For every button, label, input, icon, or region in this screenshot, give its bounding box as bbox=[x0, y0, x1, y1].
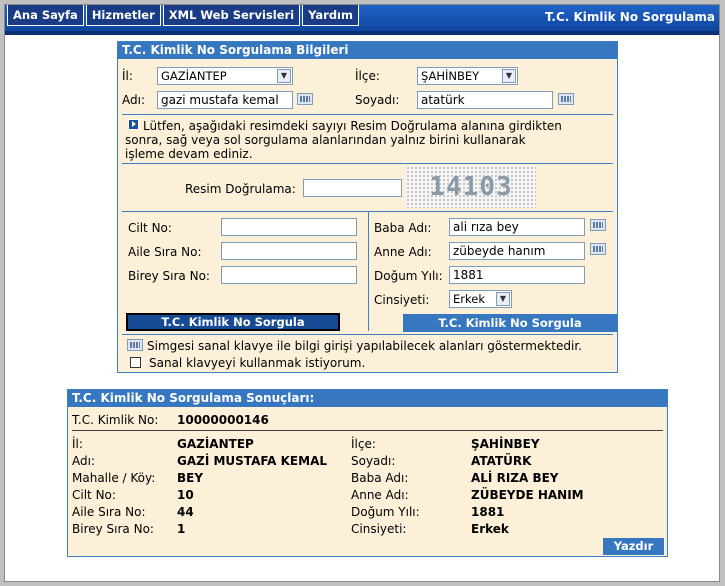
query-button-right[interactable]: T.C. Kimlik No Sorgula bbox=[403, 314, 617, 332]
menu-hizmetler[interactable]: Hizmetler bbox=[85, 5, 161, 26]
menu-xml-web-servisleri[interactable]: XML Web Servisleri bbox=[162, 5, 301, 26]
adi-input[interactable]: gazi mustafa kemal bbox=[157, 91, 293, 109]
dogum-result-value: 1881 bbox=[471, 505, 505, 519]
results-panel: T.C. Kimlik No Sorgulama Sonuçları: T.C.… bbox=[67, 389, 668, 557]
divider bbox=[122, 334, 613, 335]
main-menu: Ana Sayfa Hizmetler XML Web Servisleri Y… bbox=[7, 5, 361, 26]
aile-result-label: Aile Sıra No: bbox=[72, 505, 146, 519]
il-result-label: İl: bbox=[72, 437, 83, 451]
anne-result-value: ZÜBEYDE HANIM bbox=[471, 488, 584, 502]
keyboard-note: Simgesi sanal klavye ile bilgi girişi ya… bbox=[147, 339, 582, 353]
soyadi-result-value: ATATÜRK bbox=[471, 454, 532, 468]
cinsiyet-select-value: Erkek bbox=[453, 292, 485, 306]
info-arrow-icon bbox=[128, 119, 139, 130]
aile-result-value: 44 bbox=[177, 505, 194, 519]
captcha-label: Resim Doğrulama: bbox=[185, 182, 296, 196]
chevron-down-icon: ▼ bbox=[496, 292, 510, 306]
keyboard-icon[interactable] bbox=[297, 93, 313, 105]
tc-label: T.C. Kimlik No: bbox=[72, 413, 159, 427]
il-select[interactable]: GAZİANTEP ▼ bbox=[157, 67, 293, 85]
aile-label: Aile Sıra No: bbox=[128, 245, 202, 259]
mahalle-result-value: BEY bbox=[177, 471, 204, 485]
dogum-result-label: Doğum Yılı: bbox=[351, 505, 420, 519]
ilce-result-value: ŞAHİNBEY bbox=[471, 437, 540, 451]
birey-result-value: 1 bbox=[177, 522, 186, 536]
birey-result-label: Birey Sıra No: bbox=[72, 522, 154, 536]
info-text-line-3: işleme devam ediniz. bbox=[125, 147, 253, 161]
baba-label: Baba Adı: bbox=[374, 221, 432, 235]
ilce-select-value: ŞAHİNBEY bbox=[421, 69, 480, 83]
ilce-select[interactable]: ŞAHİNBEY ▼ bbox=[417, 67, 518, 85]
adi-result-value: GAZİ MUSTAFA KEMAL bbox=[177, 454, 328, 468]
keyboard-icon bbox=[127, 339, 143, 351]
query-form-title: T.C. Kimlik No Sorgulama Bilgileri bbox=[118, 42, 617, 59]
top-bar: Ana Sayfa Hizmetler XML Web Servisleri Y… bbox=[5, 5, 719, 35]
il-label: İl: bbox=[122, 69, 133, 83]
chevron-down-icon: ▼ bbox=[502, 69, 516, 83]
menu-yardim[interactable]: Yardım bbox=[302, 5, 359, 26]
anne-label: Anne Adı: bbox=[374, 245, 432, 259]
cinsiyet-label: Cinsiyeti: bbox=[374, 293, 430, 307]
app-window: Ana Sayfa Hizmetler XML Web Servisleri Y… bbox=[4, 4, 720, 582]
ilce-result-label: İlçe: bbox=[351, 437, 376, 451]
cinsiyet-result-value: Erkek bbox=[471, 522, 509, 536]
query-form-panel: T.C. Kimlik No Sorgulama Bilgileri İl: G… bbox=[117, 41, 618, 373]
tc-value: 10000000146 bbox=[177, 413, 269, 427]
captcha-image: 14103 bbox=[406, 166, 536, 208]
menu-ana-sayfa[interactable]: Ana Sayfa bbox=[7, 5, 84, 26]
divider-vertical bbox=[368, 211, 369, 331]
aile-input[interactable] bbox=[221, 242, 357, 260]
chevron-down-icon: ▼ bbox=[277, 69, 291, 83]
soyadi-result-label: Soyadı: bbox=[351, 454, 396, 468]
adi-label: Adı: bbox=[122, 93, 145, 107]
il-result-value: GAZİANTEP bbox=[177, 437, 254, 451]
adi-result-label: Adı: bbox=[72, 454, 95, 468]
keyboard-icon[interactable] bbox=[590, 243, 606, 255]
query-button-left[interactable]: T.C. Kimlik No Sorgula bbox=[126, 313, 340, 331]
mahalle-result-label: Mahalle / Köy: bbox=[72, 471, 156, 485]
info-text-line-1: Lütfen, aşağıdaki resimdeki sayıyı Resim… bbox=[143, 119, 562, 133]
birey-label: Birey Sıra No: bbox=[128, 269, 210, 283]
top-bar-shadow bbox=[5, 31, 719, 35]
keyboard-checkbox-label: Sanal klavyeyi kullanmak istiyorum. bbox=[149, 356, 366, 370]
birey-input[interactable] bbox=[221, 266, 357, 284]
cinsiyet-result-label: Cinsiyeti: bbox=[351, 522, 407, 536]
baba-result-value: ALİ RIZA BEY bbox=[471, 471, 559, 485]
results-title: T.C. Kimlik No Sorgulama Sonuçları: bbox=[68, 390, 667, 407]
divider bbox=[122, 114, 613, 115]
cilt-input[interactable] bbox=[221, 218, 357, 236]
cilt-label: Cilt No: bbox=[128, 221, 172, 235]
page-title: T.C. Kimlik No Sorgulama bbox=[545, 10, 715, 24]
divider bbox=[72, 430, 663, 431]
captcha-input[interactable] bbox=[303, 179, 402, 197]
anne-input[interactable]: zübeyde hanım bbox=[449, 242, 585, 260]
cinsiyet-select[interactable]: Erkek ▼ bbox=[449, 290, 512, 308]
keyboard-icon[interactable] bbox=[558, 93, 574, 105]
soyadi-input[interactable]: atatürk bbox=[417, 91, 553, 109]
cilt-result-value: 10 bbox=[177, 488, 194, 502]
baba-input[interactable]: ali rıza bey bbox=[449, 218, 585, 236]
baba-result-label: Baba Adı: bbox=[351, 471, 409, 485]
info-text-line-2: sonra, sağ veya sol sorgulama alanlarınd… bbox=[125, 133, 526, 147]
il-select-value: GAZİANTEP bbox=[161, 69, 227, 83]
anne-result-label: Anne Adı: bbox=[351, 488, 409, 502]
keyboard-checkbox[interactable] bbox=[130, 357, 141, 368]
keyboard-icon[interactable] bbox=[590, 219, 606, 231]
soyadi-label: Soyadı: bbox=[355, 93, 400, 107]
dogum-label: Doğum Yılı: bbox=[374, 269, 443, 283]
cilt-result-label: Cilt No: bbox=[72, 488, 116, 502]
dogum-input[interactable]: 1881 bbox=[449, 266, 585, 284]
print-button[interactable]: Yazdır bbox=[603, 538, 664, 555]
divider bbox=[122, 163, 613, 164]
ilce-label: İlçe: bbox=[355, 69, 380, 83]
